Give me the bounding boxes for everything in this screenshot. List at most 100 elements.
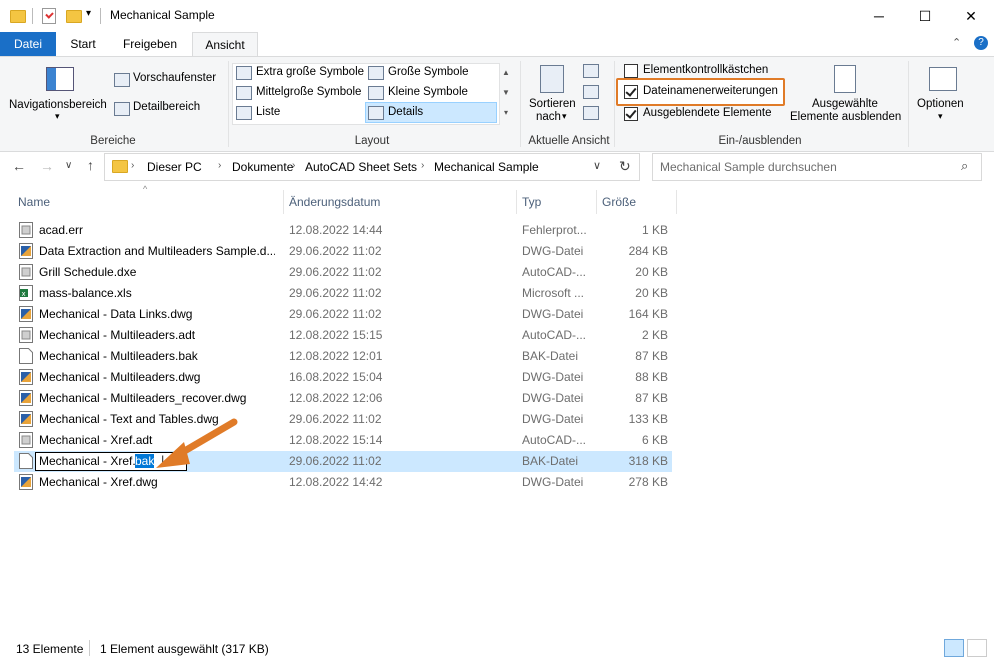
hide-selected-button-line2[interactable]: Elemente ausblenden: [790, 111, 901, 123]
breadcrumb-mechanical-sample[interactable]: Mechanical Sample: [434, 160, 539, 174]
layout-details-selected[interactable]: [365, 102, 497, 123]
new-folder-icon[interactable]: [66, 10, 82, 23]
details-pane-icon: [114, 102, 130, 116]
chevron-down-icon[interactable]: ▾: [562, 111, 567, 122]
tab-share[interactable]: Freigeben: [112, 32, 188, 56]
hidden-items-label: Ausgeblendete Elemente: [643, 107, 772, 119]
address-bar[interactable]: › Dieser PC › Dokumente › AutoCAD Sheet …: [104, 153, 612, 181]
file-date: 29.06.2022 11:02: [289, 454, 382, 468]
file-row[interactable]: Mechanical - Xref. bak I 29.06.2022 11:02 BA…: [14, 451, 672, 472]
annotation-arrow: [156, 418, 238, 468]
column-header-date[interactable]: Änderungsdatum: [289, 193, 380, 215]
details-view-icon[interactable]: [944, 639, 964, 657]
file-row[interactable]: Mechanical - Multileaders.adt 12.08.2022 …: [14, 325, 672, 346]
file-row[interactable]: Mechanical - Xref.dwg 12.08.2022 14:42 DWG…: [14, 472, 672, 493]
window-title: Mechanical Sample: [110, 8, 215, 22]
file-row[interactable]: Mechanical - Data Links.dwg 29.06.2022 11…: [14, 304, 672, 325]
divider[interactable]: [596, 190, 597, 214]
hidden-items-checkbox[interactable]: [624, 107, 638, 121]
breadcrumb-this-pc[interactable]: Dieser PC: [147, 160, 202, 174]
tab-start[interactable]: Start: [60, 32, 106, 56]
column-header-name[interactable]: Name: [18, 193, 50, 215]
file-row[interactable]: Mechanical - Xref.adt 12.08.2022 15:14 Aut…: [14, 430, 672, 451]
refresh-icon: ↻: [619, 158, 631, 174]
close-icon[interactable]: ✕: [948, 0, 994, 32]
tab-view[interactable]: Ansicht: [192, 32, 258, 57]
layout-list[interactable]: Liste: [256, 106, 280, 118]
file-size: 6 KB: [641, 433, 668, 447]
divider[interactable]: [516, 190, 517, 214]
large-icons-icon: [368, 66, 384, 80]
file-extensions-checkbox[interactable]: [624, 85, 638, 99]
sort-by-button[interactable]: Sortieren: [529, 98, 576, 110]
file-row[interactable]: Grill Schedule.dxe 29.06.2022 11:02 AutoCA…: [14, 262, 672, 283]
file-date: 29.06.2022 11:02: [289, 412, 382, 426]
file-row[interactable]: Mechanical - Multileaders.dwg 16.08.2022 …: [14, 367, 672, 388]
collapse-ribbon-icon[interactable]: ⌃: [952, 36, 961, 49]
divider[interactable]: [283, 190, 284, 214]
column-header-type[interactable]: Typ: [522, 193, 541, 215]
maximize-icon[interactable]: ☐: [902, 0, 948, 32]
minimize-icon[interactable]: ─: [856, 0, 902, 32]
breadcrumb-autocad-sheet-sets[interactable]: AutoCAD Sheet Sets: [305, 160, 417, 174]
file-name: Mechanical - Multileaders_recover.dwg: [39, 391, 247, 405]
breadcrumb-documents[interactable]: Dokumente: [232, 160, 293, 174]
customize-quick-access-icon[interactable]: ▾: [86, 8, 91, 19]
file-name: Mechanical - Multileaders.bak: [39, 349, 198, 363]
file-date: 29.06.2022 11:02: [289, 286, 382, 300]
preview-pane-button[interactable]: Vorschaufenster: [133, 72, 216, 84]
sort-by-button-line2[interactable]: nach: [536, 111, 561, 123]
refresh-button[interactable]: ↻: [611, 153, 640, 181]
file-row[interactable]: Mechanical - Multileaders_recover.dwg 12.…: [14, 388, 672, 409]
file-type: DWG-Datei: [522, 244, 584, 258]
dwg-file-icon: [19, 474, 33, 490]
file-row[interactable]: x mass-balance.xls 29.06.2022 11:02 Microso…: [14, 283, 672, 304]
hide-selected-button[interactable]: Ausgewählte: [812, 98, 878, 110]
file-row[interactable]: Data Extraction and Multileaders Sample.…: [14, 241, 672, 262]
forward-arrow-icon[interactable]: →: [40, 158, 54, 174]
divider[interactable]: [676, 190, 677, 214]
layout-details[interactable]: Details: [388, 106, 423, 118]
chevron-down-icon[interactable]: ▾: [938, 111, 943, 122]
properties-icon[interactable]: [42, 8, 56, 24]
layout-extra-large-icons[interactable]: Extra große Symbole: [256, 66, 364, 78]
back-arrow-icon[interactable]: ←: [12, 158, 26, 174]
divider: [32, 8, 33, 24]
divider: [100, 8, 101, 24]
help-icon[interactable]: ?: [974, 36, 988, 50]
file-size: 20 KB: [635, 286, 668, 300]
options-button[interactable]: Optionen: [917, 98, 964, 110]
gallery-scroll-icon[interactable]: ▲ ▼ ▾: [499, 63, 513, 123]
file-name: Mechanical - Multileaders.dwg: [39, 370, 201, 384]
navigation-pane-icon: [46, 67, 74, 91]
size-columns-icon[interactable]: [583, 106, 599, 120]
up-arrow-icon[interactable]: ↑: [87, 157, 94, 173]
group-by-icon[interactable]: [583, 64, 599, 78]
rename-base-text: Mechanical - Xref.: [39, 454, 136, 468]
layout-small-icons[interactable]: Kleine Symbole: [388, 86, 468, 98]
file-row[interactable]: Mechanical - Text and Tables.dwg 29.06.20…: [14, 409, 672, 430]
column-header-size[interactable]: Größe: [602, 193, 636, 215]
item-checkboxes-checkbox[interactable]: [624, 64, 638, 78]
file-row[interactable]: Mechanical - Multileaders.bak 12.08.2022 …: [14, 346, 672, 367]
status-bar: 13 Elemente 1 Element ausgewählt (317 KB…: [0, 636, 994, 660]
layout-large-icons[interactable]: Große Symbole: [388, 66, 469, 78]
file-name: Mechanical - Data Links.dwg: [39, 307, 193, 321]
dwg-file-icon: [19, 243, 33, 259]
navigation-pane-button[interactable]: Navigationsbereich: [9, 99, 107, 111]
ribbon-tabs: Datei Start Freigeben Ansicht ⌃ ?: [0, 32, 994, 57]
text-file-icon: [19, 432, 33, 448]
file-size: 318 KB: [628, 454, 668, 468]
recent-locations-icon[interactable]: ∨: [65, 160, 72, 171]
large-icons-view-icon[interactable]: [967, 639, 987, 657]
divider: [520, 61, 521, 147]
search-input[interactable]: Mechanical Sample durchsuchen ⌕: [652, 153, 982, 181]
details-pane-button[interactable]: Detailbereich: [133, 101, 200, 113]
chevron-down-icon[interactable]: ▾: [55, 111, 60, 122]
add-columns-icon[interactable]: [583, 85, 599, 99]
chevron-down-icon[interactable]: ∨: [593, 159, 601, 172]
layout-medium-icons[interactable]: Mittelgroße Symbole: [256, 86, 361, 98]
group-label-current-view: Aktuelle Ansicht: [528, 135, 610, 147]
file-row[interactable]: acad.err 12.08.2022 14:44 Fehlerprot... 1 K…: [14, 220, 672, 241]
tab-file[interactable]: Datei: [0, 32, 56, 56]
